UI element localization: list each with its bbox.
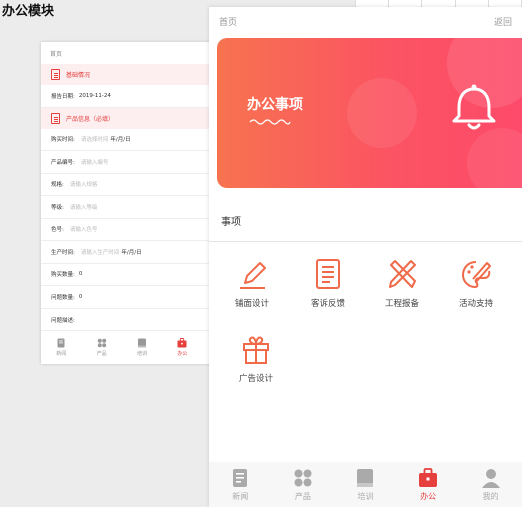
training-icon — [138, 338, 147, 348]
document-icon — [316, 259, 340, 289]
problem-qty-input[interactable]: 0 — [79, 294, 83, 300]
wave-decoration — [249, 119, 291, 125]
document-icon — [51, 112, 60, 124]
tab-label: 培训 — [357, 491, 374, 501]
field-label: 购买时间: — [51, 137, 75, 144]
field-label: 色号: — [51, 227, 64, 234]
tab-news[interactable]: 新闻 — [209, 462, 272, 507]
section-product-label: 产品信息（必填） — [66, 115, 115, 123]
profile-icon — [481, 468, 500, 488]
product-icon — [97, 338, 106, 348]
tab-news[interactable]: 新闻 — [41, 331, 81, 364]
tools-icon — [389, 260, 416, 288]
section-title: 事项 — [209, 210, 522, 242]
grid-item-label: 广告设计 — [238, 374, 273, 384]
report-date-value: 2019-11-24 — [78, 92, 111, 99]
date-suffix: 年/月/日 — [110, 137, 131, 144]
grid-item-ad-design[interactable]: 广告设计 — [221, 332, 291, 384]
tab-product[interactable]: 产品 — [81, 331, 121, 364]
banner-title: 办公事项 — [247, 97, 303, 113]
tab-label: 培训 — [137, 351, 148, 357]
field-label: 问题数量: — [51, 294, 75, 301]
tab-label: 办公 — [420, 491, 437, 501]
home-link[interactable]: 首页 — [219, 15, 237, 28]
office-icon — [419, 467, 438, 487]
tab-label: 新闻 — [232, 491, 249, 501]
tab-office[interactable]: 办公 — [162, 331, 202, 364]
page-title: 办公模块 — [2, 4, 55, 19]
field-label: 问题描述: — [51, 317, 75, 324]
top-grid-fragment — [355, 0, 522, 7]
tab-bar: 新闻 产品 培训 办公 我的 — [209, 462, 522, 507]
gift-icon — [243, 336, 269, 364]
tab-label: 新闻 — [56, 351, 67, 357]
report-date-label: 报告日期: — [51, 93, 75, 100]
news-icon — [57, 338, 65, 348]
grid-item-label: 铺面设计 — [234, 299, 269, 309]
office-phone-screen: 首页 返回 办公事项 事项 铺面设计 客诉反馈 工程报备 活动支持 广告设计 新… — [209, 7, 522, 507]
product-icon — [294, 469, 312, 486]
back-link[interactable]: 返回 — [494, 15, 512, 28]
tab-training[interactable]: 培训 — [122, 331, 162, 364]
tab-label: 产品 — [294, 491, 311, 501]
banner: 办公事项 — [217, 38, 522, 188]
grid-item-label: 活动支持 — [458, 299, 493, 309]
tab-profile[interactable]: 我的 — [459, 462, 522, 507]
tab-label: 办公 — [177, 351, 188, 357]
home-link[interactable]: 首页 — [50, 49, 62, 58]
training-icon — [357, 468, 374, 487]
tab-product[interactable]: 产品 — [272, 462, 335, 507]
tab-label: 我的 — [482, 491, 499, 501]
color-input[interactable]: 请输入色号 — [70, 225, 98, 233]
purchase-time-input[interactable]: 请选择时间 — [81, 135, 109, 143]
grid-item-label: 工程报备 — [384, 299, 419, 309]
grade-input[interactable]: 请输入等级 — [70, 203, 98, 211]
nav-bar: 首页 返回 — [209, 7, 522, 35]
tab-label: 产品 — [96, 351, 107, 357]
grid-item-label: 客诉反馈 — [310, 299, 345, 309]
pencil-icon — [240, 262, 266, 289]
office-icon — [177, 338, 187, 348]
production-time-input[interactable]: 请输入生产时间 — [81, 248, 120, 256]
grid-item-complaint[interactable]: 客诉反馈 — [293, 257, 363, 309]
grid-item-engineering[interactable]: 工程报备 — [367, 257, 437, 309]
date-suffix: 年/月/日 — [121, 249, 142, 256]
grid-item-activity[interactable]: 活动支持 — [441, 257, 511, 309]
tab-office[interactable]: 办公 — [397, 462, 460, 507]
field-label: 等级: — [51, 204, 64, 211]
bell-icon — [452, 84, 496, 130]
field-label: 产品编号: — [51, 159, 75, 166]
document-icon — [51, 69, 60, 80]
palette-icon — [461, 261, 491, 289]
news-icon — [233, 468, 248, 487]
spec-input[interactable]: 请输入规格 — [70, 180, 98, 188]
tab-training[interactable]: 培训 — [334, 462, 397, 507]
product-code-input[interactable]: 请输入编号 — [81, 158, 109, 166]
grid-item-design[interactable]: 铺面设计 — [217, 257, 287, 309]
purchase-qty-input[interactable]: 0 — [79, 271, 83, 277]
field-label: 生产时间: — [51, 249, 75, 256]
field-label: 规格: — [51, 182, 64, 189]
field-label: 购买数量: — [51, 272, 75, 279]
section-basic-label: 基础情况 — [66, 72, 91, 79]
